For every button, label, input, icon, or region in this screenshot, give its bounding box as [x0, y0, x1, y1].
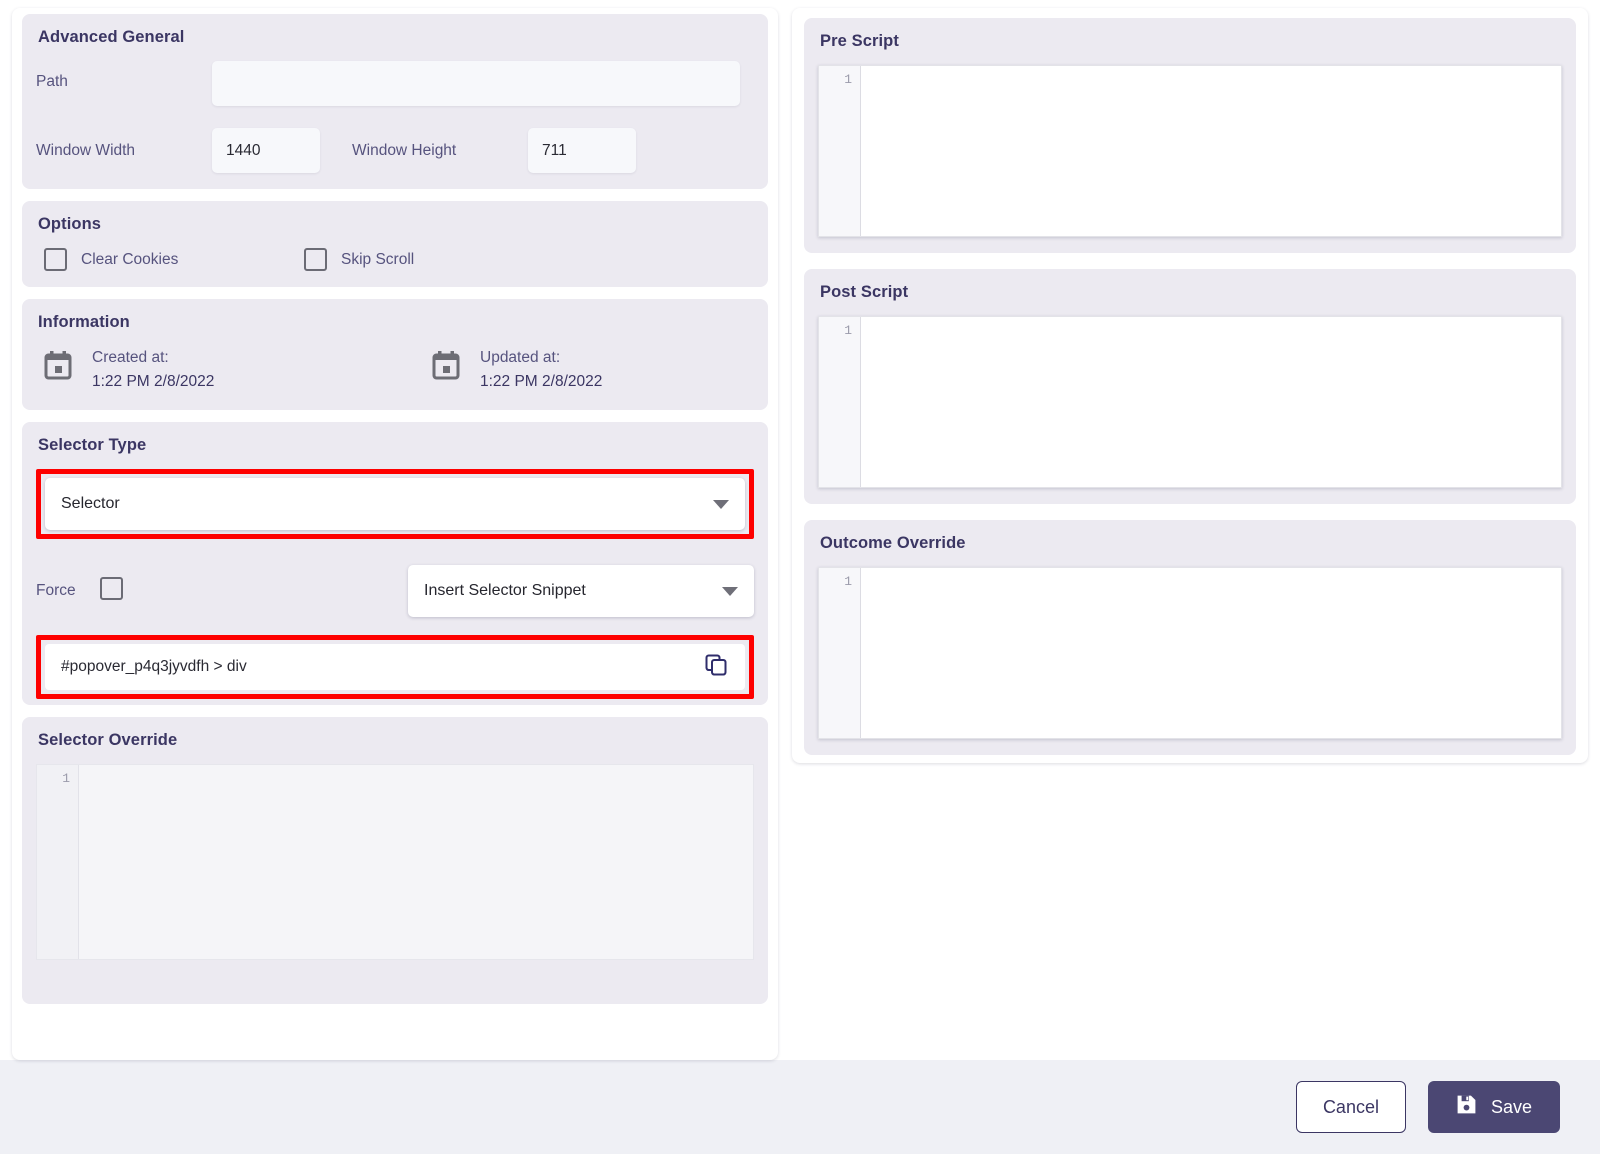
pre-script-title: Pre Script: [820, 32, 899, 50]
window-width-input[interactable]: 1440: [212, 128, 320, 173]
save-disk-icon: [1456, 1094, 1477, 1120]
pre-script-code-area[interactable]: [861, 66, 1561, 236]
insert-selector-snippet-value: Insert Selector Snippet: [424, 582, 586, 600]
calendar-icon: [44, 350, 72, 385]
selector-type-selected-value: Selector: [61, 495, 120, 513]
force-row: Force Insert Selector Snippet: [36, 565, 754, 618]
skip-scroll-checkbox-group[interactable]: Skip Scroll: [296, 248, 414, 271]
updated-at-value: 1:22 PM 2/8/2022: [480, 373, 603, 391]
selector-override-editor[interactable]: 1: [36, 764, 754, 961]
clear-cookies-checkbox-group[interactable]: Clear Cookies: [36, 248, 296, 271]
window-width-label: Window Width: [36, 141, 136, 159]
path-input[interactable]: [212, 61, 740, 106]
selector-override-code-area[interactable]: [79, 765, 753, 960]
post-script-card: Post Script 1: [804, 269, 1576, 504]
selector-value-highlight: #popover_p4q3jyvdfh > div: [36, 635, 754, 700]
updated-at-item: Updated at: 1:22 PM 2/8/2022: [424, 346, 602, 394]
advanced-general-title: Advanced General: [38, 28, 185, 46]
dialog-content: Advanced General Path Window Width 1440 …: [0, 0, 1600, 1060]
path-label: Path: [36, 73, 68, 90]
pre-script-editor[interactable]: 1: [818, 65, 1562, 237]
selector-type-title: Selector Type: [38, 436, 147, 455]
information-row: Created at: 1:22 PM 2/8/2022 Updated at:…: [36, 346, 754, 394]
window-size-row: Window Width 1440 Window Height 711: [36, 128, 754, 173]
outcome-override-code-area[interactable]: [861, 568, 1561, 738]
settings-dialog: Advanced General Path Window Width 1440 …: [0, 0, 1600, 1154]
clear-cookies-checkbox[interactable]: [44, 248, 67, 271]
options-title: Options: [38, 215, 102, 233]
line-number: 1: [844, 574, 852, 589]
line-number: 1: [62, 771, 70, 787]
selector-override-card: Selector Override 1: [22, 717, 768, 1005]
advanced-general-card: Advanced General Path Window Width 1440 …: [22, 14, 768, 189]
post-script-gutter: 1: [819, 317, 861, 487]
selector-override-title: Selector Override: [38, 731, 178, 750]
skip-scroll-label: Skip Scroll: [341, 250, 415, 268]
outcome-override-editor[interactable]: 1: [818, 567, 1562, 739]
save-button-label: Save: [1490, 1096, 1532, 1117]
window-height-label: Window Height: [352, 141, 457, 159]
chevron-down-icon[interactable]: [713, 499, 729, 509]
created-at-item: Created at: 1:22 PM 2/8/2022: [36, 346, 424, 394]
selector-type-highlight: Selector: [36, 469, 754, 540]
calendar-icon: [432, 350, 460, 385]
selector-override-gutter: 1: [37, 765, 79, 960]
path-row: Path: [36, 61, 754, 106]
outcome-override-card: Outcome Override 1: [804, 520, 1576, 755]
save-button[interactable]: Save: [1427, 1081, 1560, 1133]
post-script-title: Post Script: [820, 283, 909, 301]
clear-cookies-label: Clear Cookies: [81, 250, 179, 268]
insert-selector-snippet-select[interactable]: Insert Selector Snippet: [408, 565, 754, 618]
pre-script-gutter: 1: [819, 66, 861, 236]
force-checkbox-group[interactable]: [100, 577, 123, 605]
right-panel: Pre Script 1 Post Script 1 Outcome Overr…: [792, 8, 1588, 763]
selector-type-select[interactable]: Selector: [45, 478, 745, 531]
skip-scroll-checkbox[interactable]: [304, 248, 327, 271]
information-title: Information: [38, 313, 130, 331]
copy-icon[interactable]: [705, 654, 727, 681]
options-card: Options Clear Cookies Skip Scroll: [22, 201, 768, 287]
selector-value-input[interactable]: #popover_p4q3jyvdfh > div: [45, 644, 745, 691]
pre-script-card: Pre Script 1: [804, 18, 1576, 253]
force-checkbox[interactable]: [100, 577, 123, 601]
created-at-value: 1:22 PM 2/8/2022: [92, 373, 215, 391]
post-script-editor[interactable]: 1: [818, 316, 1562, 488]
selector-type-card: Selector Type Selector Force Insert Sele…: [22, 422, 768, 706]
updated-at-label: Updated at:: [480, 349, 561, 366]
dialog-footer: Cancel Save: [0, 1060, 1600, 1154]
options-row: Clear Cookies Skip Scroll: [36, 248, 754, 271]
information-card: Information Created at: 1:22 PM 2/8/2022…: [22, 299, 768, 411]
selector-value-text: #popover_p4q3jyvdfh > div: [61, 658, 247, 676]
line-number: 1: [844, 72, 852, 87]
cancel-button[interactable]: Cancel: [1295, 1081, 1406, 1133]
outcome-override-gutter: 1: [819, 568, 861, 738]
post-script-code-area[interactable]: [861, 317, 1561, 487]
line-number: 1: [844, 323, 852, 338]
outcome-override-title: Outcome Override: [820, 534, 966, 552]
created-at-label: Created at:: [92, 349, 169, 366]
left-panel: Advanced General Path Window Width 1440 …: [12, 8, 778, 1060]
force-label: Force: [36, 582, 76, 600]
chevron-down-icon[interactable]: [722, 586, 738, 596]
window-height-input[interactable]: 711: [528, 128, 636, 173]
